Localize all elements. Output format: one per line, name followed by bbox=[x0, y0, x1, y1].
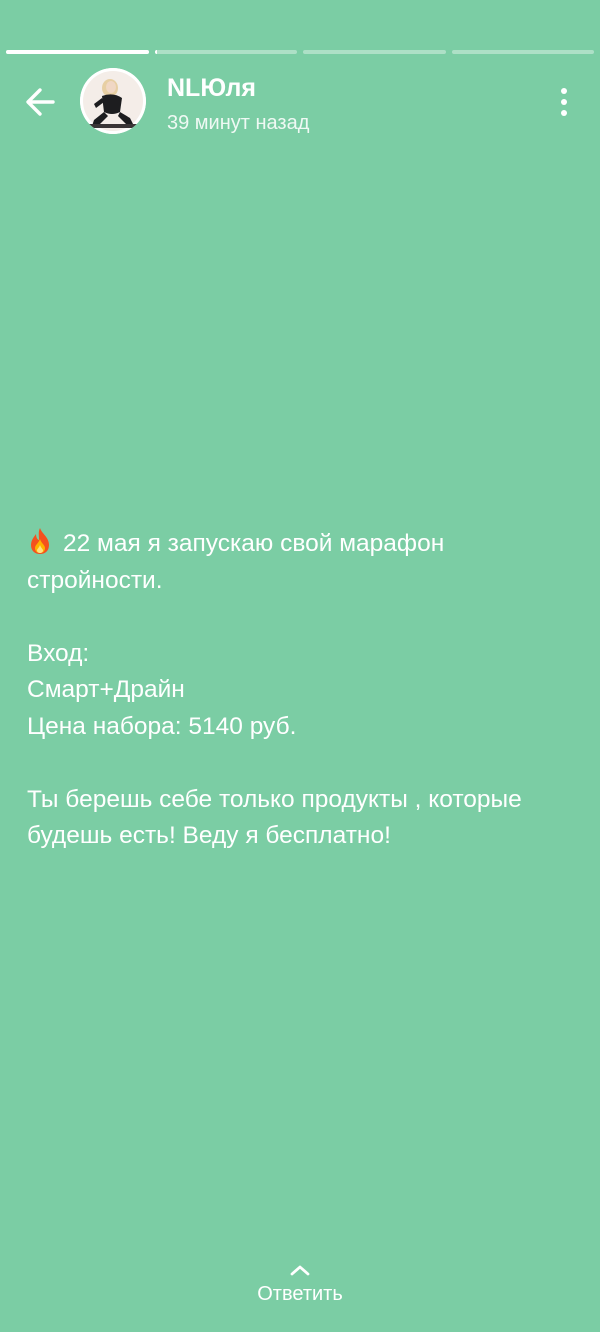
story-post-text: 22 мая я запускаю свой марафон стройност… bbox=[27, 526, 587, 855]
more-vertical-icon bbox=[561, 110, 567, 116]
reply-label: Ответить bbox=[257, 1283, 343, 1305]
post-line: Цена набора: 5140 руб. bbox=[27, 712, 297, 740]
progress-segment bbox=[6, 50, 149, 54]
back-button[interactable] bbox=[16, 78, 64, 126]
post-line: 22 мая я запускаю свой марафон bbox=[27, 526, 587, 563]
post-line: Ты берешь себе только продукты , которые bbox=[27, 785, 522, 813]
progress-segment bbox=[451, 50, 594, 54]
post-line-text: 22 мая я запускаю свой марафон bbox=[63, 530, 445, 557]
progress-segment bbox=[154, 50, 297, 54]
post-line: будешь есть! Веду я бесплатно! bbox=[27, 822, 391, 849]
story-author-name[interactable]: NLЮля bbox=[167, 72, 256, 104]
more-vertical-icon bbox=[561, 88, 567, 94]
progress-segment-fill bbox=[6, 50, 149, 54]
fire-emoji-icon bbox=[31, 528, 49, 554]
arrow-left-icon bbox=[26, 88, 55, 116]
post-line: Смарт+Драйн bbox=[27, 676, 185, 703]
reply-button[interactable]: Ответить bbox=[0, 1262, 600, 1322]
avatar-photo bbox=[80, 68, 146, 134]
avatar[interactable] bbox=[80, 68, 146, 134]
chevron-up-icon bbox=[290, 1265, 310, 1276]
post-line bbox=[27, 599, 587, 636]
more-vertical-icon bbox=[561, 99, 567, 105]
story-timestamp: 39 минут назад bbox=[167, 112, 310, 134]
story-progress-bar bbox=[6, 50, 594, 54]
progress-segment bbox=[303, 50, 446, 54]
more-options-button[interactable] bbox=[548, 80, 580, 124]
post-line: стройности. bbox=[27, 566, 163, 594]
post-line: Вход: bbox=[27, 639, 90, 667]
progress-segment-fill bbox=[154, 50, 158, 54]
post-line bbox=[27, 745, 587, 782]
